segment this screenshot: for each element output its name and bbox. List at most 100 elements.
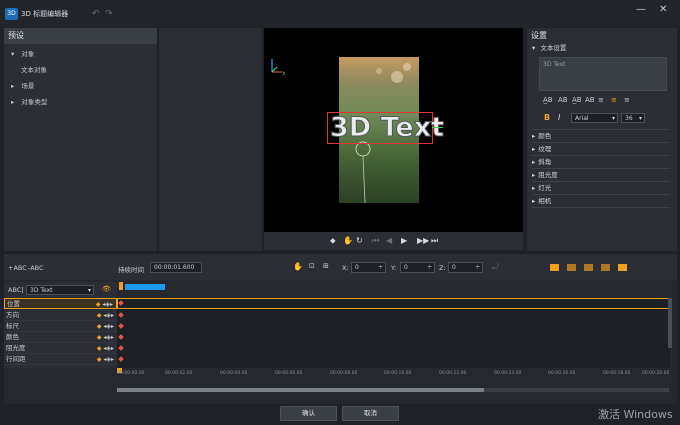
remove-text-button[interactable]: -ABC (28, 264, 44, 272)
stepper-icon: ÷ (474, 264, 480, 271)
keyframe-marker[interactable] (118, 345, 124, 351)
y-label: Y: (391, 264, 397, 272)
object-select[interactable]: 3D Text ▾ (26, 285, 94, 295)
cancel-button[interactable]: 取消 (342, 406, 399, 421)
y-position-input[interactable]: 0 ÷ (400, 262, 435, 273)
app-icon: 3D (5, 8, 18, 20)
window-title: 3D 标题编辑器 (21, 10, 69, 18)
visibility-eye-icon[interactable]: 👁 (102, 285, 111, 293)
reset-icon[interactable]: ⤾ (492, 262, 499, 272)
preset-thumbnails-panel (159, 28, 262, 251)
horizontal-scrollbar[interactable] (117, 388, 669, 392)
ok-button[interactable]: 确认 (280, 406, 337, 421)
collapse-arrow-icon: ▸ (11, 98, 15, 106)
text-style-3-icon[interactable]: A̲B (572, 96, 582, 104)
section-opacity[interactable]: ▸ 阻光度 (532, 170, 558, 180)
stepper-icon: ÷ (377, 264, 383, 271)
fit-view-icon[interactable]: ⊡ (309, 262, 315, 270)
view-mode-4-icon[interactable] (601, 264, 610, 271)
track-color[interactable]: 颜色 ◆ ◂◈▸ (4, 332, 117, 343)
divider (532, 181, 670, 182)
track-opacity[interactable]: 阻光度 ◆ ◂◈▸ (4, 343, 117, 354)
section-color[interactable]: ▸ 颜色 (532, 131, 551, 141)
zoom-area-icon[interactable]: ⊞ (323, 262, 329, 270)
close-button[interactable]: ✕ (659, 4, 667, 16)
settings-header: 设置 (527, 28, 677, 44)
next-frame-icon[interactable]: ▶▶ (417, 235, 429, 247)
object-type-label: ABC| (8, 286, 24, 294)
divider (532, 194, 670, 195)
view-mode-1-icon[interactable] (550, 264, 559, 271)
scrollbar-thumb[interactable] (117, 388, 484, 392)
divider (532, 207, 670, 208)
section-lighting[interactable]: ▸ 灯光 (532, 183, 551, 193)
tree-item-object-type[interactable]: ▸ 对象类型 (11, 97, 47, 107)
tree-item-text-object[interactable]: 文本对象 (21, 65, 47, 75)
duration-bar[interactable] (125, 284, 165, 290)
axis-gizmo-icon (271, 59, 282, 73)
view-mode-5-icon[interactable] (618, 264, 627, 271)
play-icon[interactable]: ▶ (401, 235, 407, 247)
gizmo-x-handle[interactable] (432, 127, 443, 128)
vertical-scrollbar[interactable] (668, 298, 672, 348)
3d-text-object[interactable]: 3D Text (329, 112, 444, 144)
keyframe-icon[interactable]: ⬥ (330, 235, 336, 247)
text-style-4-icon[interactable]: AB (585, 96, 595, 104)
preview-viewport[interactable]: x 3D Text (264, 28, 523, 232)
redo-icon[interactable]: ↷ (105, 8, 113, 20)
track-list: 位置 ◆ ◂◈▸ 方向 ◆ ◂◈▸ 标尺 ◆ ◂◈▸ 颜色 ◆ ◂◈▸ 阻光度 ◆ ◂◈▸… (4, 298, 117, 368)
timeline-ruler-top (117, 282, 677, 298)
minimize-button[interactable]: — (636, 4, 646, 16)
pan-hand-icon[interactable]: ✋ (293, 262, 303, 271)
keyframe-marker[interactable] (118, 312, 124, 318)
loop-icon[interactable]: ↻ (356, 235, 363, 247)
undo-icon[interactable]: ↶ (92, 8, 100, 20)
keyframe-marker[interactable] (118, 323, 124, 329)
align-right-icon[interactable]: ≡ (624, 96, 630, 104)
align-center-icon[interactable]: ≡ (611, 96, 617, 104)
font-size-select[interactable]: 36 ▾ (621, 113, 645, 123)
tree-item-objects[interactable]: ▾ 对象 (11, 49, 34, 59)
timeline-toolbar: +ABC -ABC 持续时间 00:00:01.600 ✋ ⊡ ⊞ X: 0 ÷ … (4, 254, 677, 280)
text-style-2-icon[interactable]: AB (558, 96, 568, 104)
divider (532, 168, 670, 169)
section-texture[interactable]: ▸ 纹理 (532, 144, 551, 154)
tree-item-scene[interactable]: ▸ 场景 (11, 81, 34, 91)
tree-item-label: 对象类型 (21, 98, 48, 106)
go-end-icon[interactable]: ⏭ (431, 235, 438, 247)
track-direction[interactable]: 方向 ◆ ◂◈▸ (4, 310, 117, 321)
track-line-spacing[interactable]: 行间距 ◆ ◂◈▸ (4, 354, 117, 365)
italic-button[interactable]: I (558, 113, 560, 122)
z-position-input[interactable]: 0 ÷ (448, 262, 483, 273)
axis-x-label: x (282, 70, 286, 77)
bold-button[interactable]: B (544, 113, 550, 122)
hand-icon[interactable]: ✋ (343, 235, 353, 247)
chevron-down-icon: ▾ (638, 115, 642, 122)
section-camera[interactable]: ▸ 相机 (532, 196, 551, 206)
playhead[interactable] (119, 282, 123, 290)
tree-item-label: 对象 (21, 50, 35, 58)
keyframe-marker[interactable] (118, 356, 124, 362)
duration-input[interactable]: 00:00:01.600 (150, 262, 202, 273)
expand-arrow-icon: ▾ (532, 44, 536, 52)
keyframe-marker[interactable] (118, 334, 124, 340)
tree-item-label: 场景 (21, 82, 35, 90)
text-style-1-icon[interactable]: A̲B (543, 96, 553, 104)
view-mode-2-icon[interactable] (567, 264, 576, 271)
text-input[interactable]: 3D Text (539, 57, 667, 91)
x-position-input[interactable]: 0 ÷ (351, 262, 386, 273)
go-start-icon[interactable]: ⏮ (372, 235, 379, 247)
align-left-icon[interactable]: ≡ (598, 96, 604, 104)
divider (532, 129, 670, 130)
track-scale[interactable]: 标尺 ◆ ◂◈▸ (4, 321, 117, 332)
view-mode-3-icon[interactable] (584, 264, 593, 271)
duration-label: 持续时间 (118, 266, 144, 274)
keyframe-area[interactable] (117, 298, 670, 368)
activate-windows-watermark: 激活 Windows (598, 408, 673, 421)
section-text-settings[interactable]: ▾ 文本设置 (532, 43, 566, 53)
prev-frame-icon[interactable]: ◀ (386, 235, 392, 247)
add-text-button[interactable]: +ABC (8, 264, 27, 272)
track-position[interactable]: 位置 ◆ ◂◈▸ (4, 298, 117, 309)
section-bevel[interactable]: ▸ 斜角 (532, 157, 551, 167)
font-select[interactable]: Arial ▾ (571, 113, 618, 123)
